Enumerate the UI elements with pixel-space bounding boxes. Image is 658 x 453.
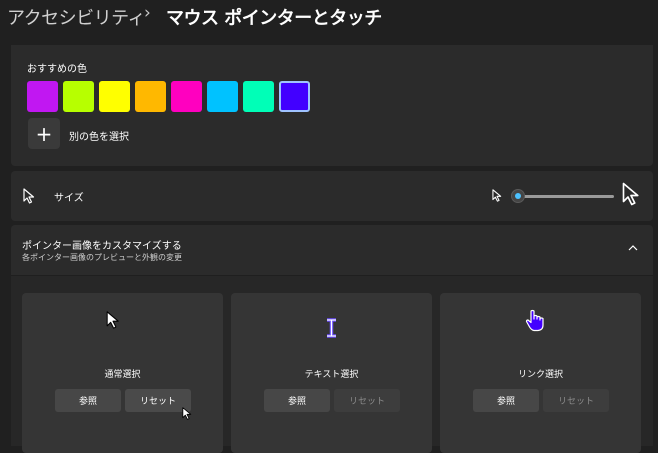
pointer-tile-text: テキスト選択 参照 リセット	[231, 293, 432, 453]
color-swatch-purple[interactable]	[27, 81, 58, 112]
customize-pointer-title: ポインター画像をカスタマイズする	[22, 241, 182, 252]
color-swatch-pink[interactable]	[171, 81, 202, 112]
recommended-colors-title: おすすめの色	[27, 64, 87, 75]
color-swatch-lime[interactable]	[63, 81, 94, 112]
breadcrumb-parent-link[interactable]: アクセシビリティ	[7, 4, 146, 30]
customize-pointer-subtitle: 各ポインター画像のプレビューと外観の変更	[22, 253, 182, 262]
breadcrumb: アクセシビリティ › マウス ポインターとタッチ	[0, 0, 658, 40]
browse-button[interactable]: 参照	[55, 389, 121, 412]
reset-button: リセット	[543, 389, 609, 412]
pointer-tiles: 通常選択 参照 リセット テキスト選択 参照 リセット リンク選択 参照 リセッ…	[11, 276, 653, 453]
color-swatch-indigo[interactable]	[279, 81, 310, 112]
browse-button[interactable]: 参照	[473, 389, 539, 412]
chevron-up-icon	[628, 245, 638, 251]
pointer-tile-label: リンク選択	[517, 370, 563, 380]
mouse-pointer-icon	[182, 407, 192, 420]
pointer-tile-link: リンク選択 参照 リセット	[440, 293, 641, 453]
pointer-tile-label: テキスト選択	[304, 370, 359, 380]
color-swatch-sky-blue[interactable]	[207, 81, 238, 112]
arrow-cursor-icon	[106, 311, 119, 329]
customize-pointer-panel: ポインター画像をカスタマイズする 各ポインター画像のプレビューと外観の変更 通常…	[11, 225, 653, 453]
page-title: マウス ポインターとタッチ	[166, 8, 382, 29]
pointer-size-panel: サイズ	[11, 171, 653, 221]
hand-cursor-icon	[525, 309, 544, 332]
breadcrumb-separator: ›	[144, 3, 151, 23]
add-custom-color-button[interactable]: +	[28, 118, 60, 149]
pointer-size-icon	[23, 188, 35, 204]
recommended-colors-panel: おすすめの色 + 別の色を選択	[11, 45, 653, 166]
reset-button: リセット	[334, 389, 400, 412]
large-cursor-icon	[622, 182, 639, 206]
add-custom-color-label: 別の色を選択	[69, 132, 129, 143]
slider-thumb[interactable]	[511, 189, 525, 203]
pointer-tile-label: 通常選択	[104, 370, 141, 380]
slider-track	[516, 195, 614, 198]
small-cursor-icon	[492, 189, 502, 202]
browse-button[interactable]: 参照	[264, 389, 330, 412]
customize-pointer-header[interactable]: ポインター画像をカスタマイズする 各ポインター画像のプレビューと外観の変更	[11, 225, 653, 275]
color-swatch-orange[interactable]	[135, 81, 166, 112]
color-swatch-yellow[interactable]	[99, 81, 130, 112]
plus-icon: +	[35, 121, 53, 146]
text-beam-icon	[327, 318, 336, 338]
pointer-size-label: サイズ	[54, 193, 84, 204]
pointer-size-slider[interactable]	[511, 189, 615, 203]
color-swatch-mint[interactable]	[243, 81, 274, 112]
pointer-tile-normal: 通常選択 参照 リセット	[22, 293, 223, 453]
